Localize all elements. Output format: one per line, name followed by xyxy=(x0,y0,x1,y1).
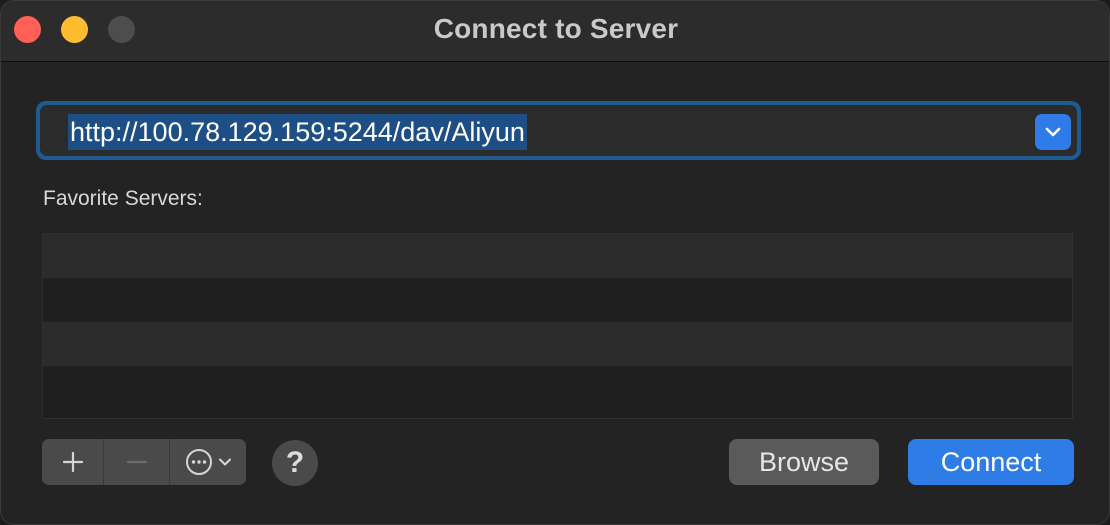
list-row xyxy=(43,278,1072,322)
recent-servers-dropdown-button[interactable] xyxy=(1035,114,1071,150)
favorites-segmented-control xyxy=(42,439,246,485)
server-address-field-focus-ring: http://100.78.129.159:5244/dav/Aliyun xyxy=(36,101,1081,160)
chevron-down-icon xyxy=(1045,127,1061,137)
ellipsis-circle-icon xyxy=(186,449,212,475)
favorite-servers-list[interactable] xyxy=(42,233,1073,419)
list-row xyxy=(43,366,1072,410)
add-favorite-button[interactable] xyxy=(42,439,104,485)
chevron-down-icon xyxy=(219,458,231,466)
title-bar: Connect to Server xyxy=(1,1,1109,62)
connect-button[interactable]: Connect xyxy=(908,439,1074,485)
server-address-field[interactable]: http://100.78.129.159:5244/dav/Aliyun xyxy=(40,105,1077,156)
list-row xyxy=(43,234,1072,278)
server-address-text[interactable]: http://100.78.129.159:5244/dav/Aliyun xyxy=(68,114,527,150)
favorite-servers-label: Favorite Servers: xyxy=(43,187,203,210)
minus-icon xyxy=(126,460,147,464)
remove-favorite-button[interactable] xyxy=(104,439,170,485)
help-button[interactable]: ? xyxy=(272,440,318,486)
more-actions-menu-button[interactable] xyxy=(170,439,246,485)
browse-button[interactable]: Browse xyxy=(729,439,879,485)
connect-to-server-window: Connect to Server http://100.78.129.159:… xyxy=(0,0,1110,525)
plus-icon xyxy=(62,451,83,473)
list-row xyxy=(43,322,1072,366)
window-title: Connect to Server xyxy=(433,13,679,44)
